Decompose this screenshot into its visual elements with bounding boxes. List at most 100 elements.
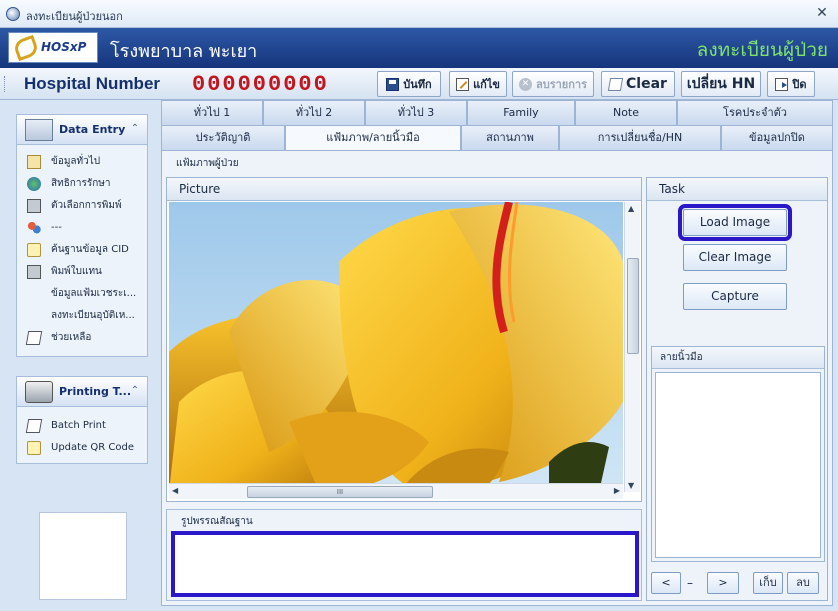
sidebar-item-label: ข้อมูลแฟ้มเวชระเ... <box>51 288 137 299</box>
edit-button[interactable]: แก้ไข <box>449 71 507 97</box>
scroll-up-icon[interactable]: ▲ <box>628 204 634 213</box>
section-title: แฟ้มภาพผู้ป่วย <box>176 158 239 169</box>
clear-button-label: Clear <box>626 76 667 92</box>
sidebar-item-label: Batch Print <box>51 420 106 431</box>
tab-general-3[interactable]: ทั่วไป 3 <box>365 100 467 125</box>
edit-icon <box>456 77 470 91</box>
book-icon <box>27 155 41 169</box>
tab-content-panel: แฟ้มภาพผู้ป่วย Picture ▲ ▼ ◀ III ▶ รูปพร… <box>161 150 833 606</box>
globe-icon <box>27 177 41 191</box>
hospital-name: โรงพยาบาล พะเยา <box>110 41 258 62</box>
close-button[interactable]: ปิด <box>767 71 815 97</box>
scroll-down-icon[interactable]: ▼ <box>628 481 634 490</box>
sidebar-item-batch-print[interactable]: Batch Print <box>17 415 147 437</box>
save-icon <box>386 77 400 91</box>
sidebar-item-separator[interactable]: --- <box>17 217 147 239</box>
capture-button[interactable]: Capture <box>683 283 787 310</box>
description-label: รูปพรรณสัณฐาน <box>181 516 253 527</box>
toolbar-grip[interactable] <box>4 76 7 92</box>
help-icon <box>25 331 43 345</box>
edit-button-label: แก้ไข <box>473 78 500 91</box>
sidebar-item-print-options[interactable]: ตัวเลือกการพิมพ์ <box>17 195 147 217</box>
tab-note[interactable]: Note <box>575 100 677 125</box>
description-group: รูปพรรณสัณฐาน <box>166 509 642 601</box>
sidebar-item-accident-registration[interactable]: ลงทะเบียนอุบัติเห... <box>17 305 147 327</box>
help-icon <box>25 419 43 433</box>
sidebar-item-cid-search[interactable]: ค้นฐานข้อมูล CID <box>17 239 147 261</box>
clear-image-button[interactable]: Clear Image <box>683 244 787 271</box>
save-button[interactable]: บันทึก <box>377 71 441 97</box>
data-entry-icon <box>25 119 53 141</box>
picture-group: Picture ▲ ▼ ◀ III ▶ <box>166 177 642 502</box>
hosxp-logo: HOSxP <box>8 32 98 63</box>
save-button-label: บันทึก <box>403 78 432 91</box>
main-content: ทั่วไป 1 ทั่วไป 2 ทั่วไป 3 Family Note โ… <box>161 100 833 606</box>
chat-icon <box>27 243 41 257</box>
picture-horizontal-scrollbar[interactable]: ◀ III ▶ <box>169 483 623 499</box>
chat-icon <box>27 441 41 455</box>
patient-thumbnail <box>39 512 127 600</box>
sidebar-item-label: Update QR Code <box>51 442 134 453</box>
tab-family[interactable]: Family <box>467 100 575 125</box>
left-navigation-pane: Data Entry ⌃ ข้อมูลทั่วไป สิทธิการรักษา … <box>8 104 158 604</box>
fingerprint-group: ลายนิ้วมือ <box>651 346 825 562</box>
window-close-button[interactable]: ✕ <box>814 4 830 22</box>
sidebar-item-update-qr[interactable]: Update QR Code <box>17 437 147 459</box>
hospital-banner: HOSxP โรงพยาบาล พะเยา ลงทะเบียนผู้ป่วย <box>0 28 838 68</box>
store-button[interactable]: เก็บ <box>753 572 783 594</box>
next-button[interactable]: > <box>707 572 739 594</box>
collapse-icon[interactable]: ⌃ <box>128 384 142 398</box>
tab-general-1[interactable]: ทั่วไป 1 <box>161 100 263 125</box>
tab-name-hn-change[interactable]: การเปลี่ยนชื่อ/HN <box>559 125 721 150</box>
patient-photo[interactable] <box>169 202 623 492</box>
printing-panel: Printing T... ⌃ Batch Print Update QR Co… <box>16 376 148 464</box>
vertical-scroll-thumb[interactable] <box>627 258 639 354</box>
main-toolbar: Hospital Number 000000000 บันทึก แก้ไข ✕… <box>0 68 838 100</box>
logo-swoosh-icon <box>12 34 40 62</box>
hn-label: Hospital Number <box>24 74 161 93</box>
fingerprint-label: ลายนิ้วมือ <box>652 347 824 369</box>
previous-button[interactable]: < <box>651 572 681 594</box>
picture-vertical-scrollbar[interactable]: ▲ ▼ <box>624 202 640 492</box>
sidebar-item-medical-records[interactable]: ข้อมูลแฟ้มเวชระเ... <box>17 283 147 305</box>
change-hn-button[interactable]: เปลี่ยน HN <box>681 71 761 97</box>
printer-icon <box>27 265 41 279</box>
task-label: Task <box>647 178 827 201</box>
fingerprint-list[interactable] <box>655 372 821 558</box>
tab-relatives-history[interactable]: ประวัติญาติ <box>161 125 285 150</box>
printing-panel-header[interactable]: Printing T... ⌃ <box>17 377 147 407</box>
collapse-icon[interactable]: ⌃ <box>128 122 142 136</box>
delete-icon: ✕ <box>519 77 532 91</box>
scroll-left-icon[interactable]: ◀ <box>172 486 178 495</box>
tab-images-fingerprints[interactable]: แฟ้มภาพ/ลายนิ้วมือ <box>285 125 461 152</box>
scroll-right-icon[interactable]: ▶ <box>614 486 620 495</box>
printing-title: Printing T... <box>59 385 132 398</box>
sidebar-item-help[interactable]: ช่วยเหลือ <box>17 327 147 349</box>
tab-row-2: ประวัติญาติ แฟ้มภาพ/ลายนิ้วมือ สถานภาพ ก… <box>161 125 833 152</box>
sidebar-item-label: --- <box>51 222 62 233</box>
tab-confidential[interactable]: ข้อมูลปกปิด <box>721 125 833 150</box>
tab-status[interactable]: สถานภาพ <box>461 125 559 150</box>
sidebar-item-treatment-rights[interactable]: สิทธิการรักษา <box>17 173 147 195</box>
delete-fingerprint-button[interactable]: ลบ <box>787 572 819 594</box>
data-entry-panel-header[interactable]: Data Entry ⌃ <box>17 115 147 145</box>
printer-large-icon <box>25 381 53 403</box>
sidebar-item-print-substitute[interactable]: พิมพ์ใบแทน <box>17 261 147 283</box>
tab-chronic-disease[interactable]: โรคประจำตัว <box>677 100 833 125</box>
clear-button[interactable]: Clear <box>601 71 675 97</box>
load-image-button[interactable]: Load Image <box>678 204 792 241</box>
sidebar-item-general-info[interactable]: ข้อมูลทั่วไป <box>17 151 147 173</box>
horizontal-scroll-thumb[interactable]: III <box>247 486 433 498</box>
logo-text: HOSxP <box>41 40 87 54</box>
tab-general-2[interactable]: ทั่วไป 2 <box>263 100 365 125</box>
window-titlebar: ลงทะเบียนผู้ป่วยนอก ✕ <box>0 0 838 28</box>
delete-button[interactable]: ✕ ลบรายการ <box>512 71 594 97</box>
sidebar-item-label: ลงทะเบียนอุบัติเห... <box>51 310 135 321</box>
exit-icon <box>775 77 789 91</box>
sidebar-item-label: ข้อมูลทั่วไป <box>51 156 101 167</box>
tab-row-1: ทั่วไป 1 ทั่วไป 2 ทั่วไป 3 Family Note โ… <box>161 100 833 125</box>
close-button-label: ปิด <box>792 78 807 91</box>
sidebar-item-label: พิมพ์ใบแทน <box>51 266 102 277</box>
description-input[interactable] <box>171 531 639 597</box>
fingerprint-nav: < – > เก็บ ลบ <box>651 572 825 594</box>
